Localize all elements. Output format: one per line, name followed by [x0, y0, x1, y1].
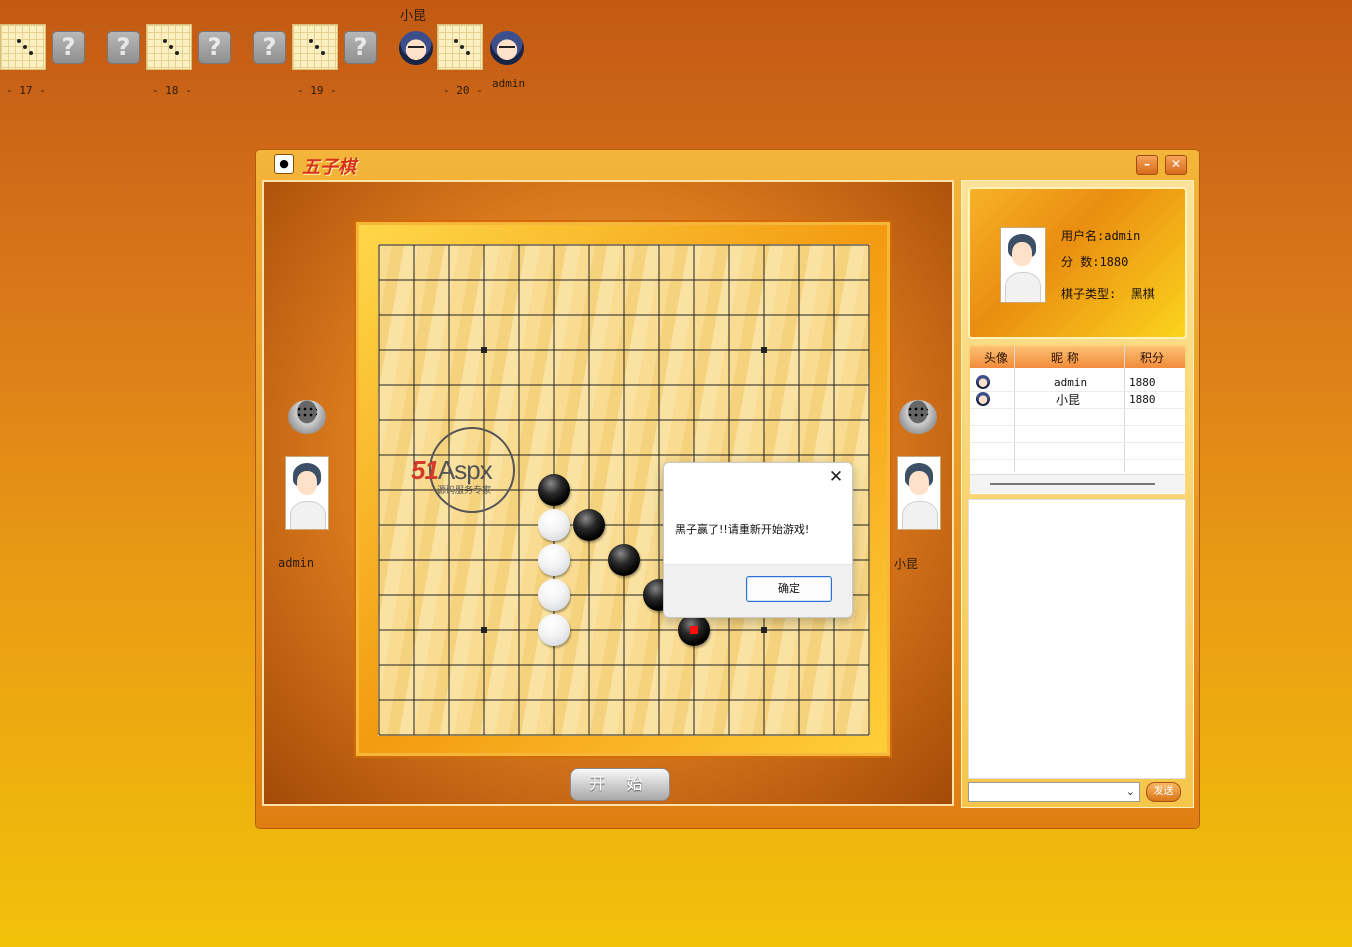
window-title: 五子棋: [302, 157, 356, 178]
chat-log[interactable]: [968, 499, 1186, 779]
minimize-button[interactable]: –: [1136, 155, 1158, 175]
game-table-20[interactable]: [437, 24, 483, 70]
black-stone: [678, 614, 710, 646]
chevron-down-icon[interactable]: ⌄: [1126, 785, 1135, 798]
profile-avatar: [1000, 227, 1046, 303]
empty-seat-icon[interactable]: ?: [344, 31, 377, 64]
col-header-avatar[interactable]: 头像: [984, 349, 1008, 366]
stone-bowl-icon: [899, 400, 937, 434]
game-table-17[interactable]: [0, 24, 46, 70]
close-window-button[interactable]: ✕: [1165, 155, 1187, 175]
white-stone: [538, 579, 570, 611]
game-table-19[interactable]: [292, 24, 338, 70]
profile-score: 分 数:1880: [1061, 255, 1129, 269]
chat-input[interactable]: ⌄: [968, 782, 1140, 802]
white-stone: [538, 544, 570, 576]
title-bar[interactable]: ● 五子棋 – ✕: [256, 150, 1199, 178]
empty-seat-icon[interactable]: ?: [253, 31, 286, 64]
table-number: - 17 -: [6, 84, 46, 97]
table-row[interactable]: admin 1880: [970, 374, 1185, 392]
table-row[interactable]: 小昆 1880: [970, 391, 1185, 409]
white-stone: [538, 509, 570, 541]
seat-player-name: admin: [492, 77, 526, 90]
watermark-logo: 51Aspx 源码服务专家: [411, 427, 539, 517]
black-stone: [573, 509, 605, 541]
table-number: - 19 -: [297, 84, 337, 97]
empty-seat-icon[interactable]: ?: [52, 31, 85, 64]
game-over-dialog: ✕ 黑子赢了!!请重新开始游戏! 确定: [663, 462, 853, 618]
black-stone-bowl-icon: [288, 400, 326, 434]
dialog-message: 黑子赢了!!请重新开始游戏!: [675, 523, 810, 536]
col-header-score[interactable]: 积分: [1140, 349, 1164, 366]
left-player-name: admin: [278, 556, 315, 570]
game-table-18[interactable]: [146, 24, 192, 70]
col-header-nickname[interactable]: 昵 称: [1051, 349, 1079, 366]
empty-seat-icon[interactable]: ?: [198, 31, 231, 64]
side-panel: 用户名:admin 分 数:1880 棋子类型: 黑棋 头像 昵 称 积分 ad…: [961, 180, 1194, 808]
right-player-avatar: [897, 456, 941, 530]
player-avatar-icon[interactable]: [399, 31, 433, 65]
horizontal-scrollbar[interactable]: [970, 474, 1185, 493]
user-avatar-icon: [976, 375, 990, 389]
seat-player-name: 小昆: [400, 9, 427, 24]
black-stone: [608, 544, 640, 576]
empty-seat-icon[interactable]: ?: [107, 31, 140, 64]
table-number: - 18 -: [152, 84, 192, 97]
close-icon[interactable]: ✕: [826, 467, 846, 487]
left-player-avatar: [285, 456, 329, 530]
send-button[interactable]: 发送: [1146, 782, 1181, 802]
online-users-table: 头像 昵 称 积分 admin 1880 小昆 1880: [968, 344, 1187, 496]
right-player-name: 小昆: [894, 557, 919, 571]
black-stone: [538, 474, 570, 506]
app-logo-icon: ●: [274, 154, 294, 174]
profile-username: 用户名:admin: [1061, 229, 1141, 243]
profile-card: 用户名:admin 分 数:1880 棋子类型: 黑棋: [968, 187, 1187, 339]
table-number: - 20 -: [443, 84, 483, 97]
last-move-marker: [690, 626, 698, 634]
white-stone: [538, 614, 570, 646]
profile-piece-type: 棋子类型: 黑棋: [1061, 287, 1155, 301]
ok-button[interactable]: 确定: [746, 576, 832, 602]
player-avatar-icon[interactable]: [490, 31, 524, 65]
user-avatar-icon: [976, 392, 990, 406]
table-header: 头像 昵 称 积分: [970, 346, 1185, 368]
start-button[interactable]: 开 始: [570, 768, 670, 801]
